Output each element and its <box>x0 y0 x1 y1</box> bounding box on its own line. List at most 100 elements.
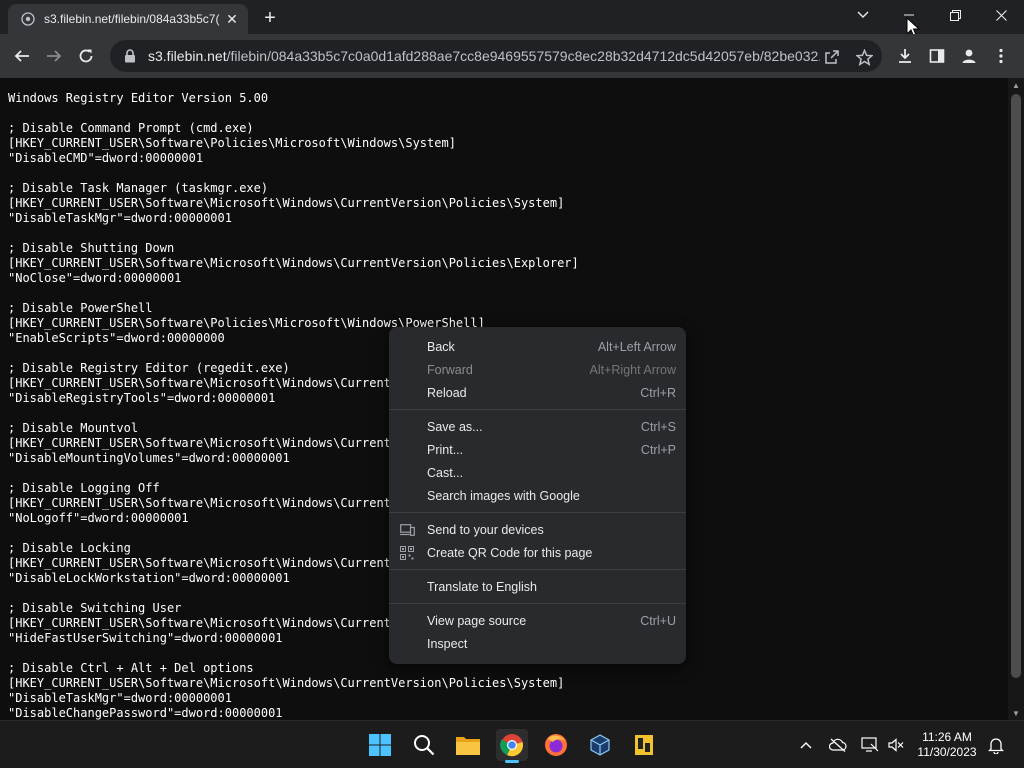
menu-separator <box>389 409 686 410</box>
chrome-icon[interactable] <box>496 729 528 763</box>
menu-item-label: Translate to English <box>427 579 538 594</box>
menu-item-shortcut: Ctrl+R <box>640 385 676 400</box>
text-line: "DisableTaskMgr"=dword:00000001 <box>8 691 232 705</box>
taskbar: 11:26 AM 11/30/2023 <box>0 720 1024 768</box>
text-line: "NoClose"=dword:00000001 <box>8 271 182 285</box>
menu-item-label: Cast... <box>427 465 464 480</box>
clock-date: 11/30/2023 <box>917 745 977 759</box>
side-panel-button[interactable] <box>924 43 950 69</box>
menu-item-view-page-source[interactable]: View page source Ctrl+U <box>389 609 686 632</box>
restore-icon <box>949 9 961 21</box>
browser-tab[interactable]: s3.filebin.net/filebin/084a33b5c7( ✕ <box>8 4 248 34</box>
menu-item-reload[interactable]: Reload Ctrl+R <box>389 381 686 404</box>
text-line: "DisableLockWorkstation"=dword:00000001 <box>8 571 290 585</box>
tab-search-button[interactable] <box>840 0 886 30</box>
chevron-up-icon[interactable] <box>796 735 816 755</box>
globe-icon <box>20 11 36 27</box>
text-line: [HKEY_CURRENT_USER\Software\Microsoft\Wi… <box>8 196 565 210</box>
menu-item-label: Inspect <box>427 636 468 651</box>
close-tab-icon[interactable]: ✕ <box>224 11 240 27</box>
search-icon[interactable] <box>408 729 440 761</box>
menu-item-cast[interactable]: Cast... <box>389 461 686 484</box>
new-tab-button[interactable]: + <box>258 6 282 30</box>
devices-icon <box>399 522 415 538</box>
vertical-scrollbar[interactable]: ▲ ▼ <box>1008 78 1024 720</box>
text-line: ; Disable Shutting Down <box>8 241 175 255</box>
menu-item-save-as[interactable]: Save as... Ctrl+S <box>389 415 686 438</box>
menu-item-label: View page source <box>427 613 527 628</box>
cloud-offline-icon[interactable] <box>828 735 848 755</box>
text-line: "HideFastUserSwitching"=dword:00000001 <box>8 631 283 645</box>
download-icon <box>899 49 911 63</box>
scroll-down-arrow-icon[interactable]: ▼ <box>1008 706 1024 720</box>
text-line: [HKEY_CURRENT_USER\Software\Microsoft\Wi… <box>8 256 579 270</box>
menu-item-print[interactable]: Print... Ctrl+P <box>389 438 686 461</box>
menu-item-label: Save as... <box>427 419 483 434</box>
menu-button[interactable] <box>988 43 1014 69</box>
url-text[interactable]: s3.filebin.net/filebin/084a33b5c7c0a0d1a… <box>148 48 820 64</box>
menu-item-shortcut: Ctrl+U <box>640 613 676 628</box>
menu-item-label: Search images with Google <box>427 488 580 503</box>
text-line: ; Disable Command Prompt (cmd.exe) <box>8 121 254 135</box>
menu-item-label: Print... <box>427 442 464 457</box>
menu-item-label: Reload <box>427 385 467 400</box>
virtualbox-icon[interactable] <box>584 729 616 761</box>
text-line: [HKEY_CURRENT_USER\Software\Microsoft\Wi… <box>8 496 399 510</box>
network-icon[interactable] <box>860 735 880 755</box>
scroll-up-arrow-icon[interactable]: ▲ <box>1008 78 1024 92</box>
text-line: "EnableScripts"=dword:00000000 <box>8 331 225 345</box>
file-explorer-icon[interactable] <box>452 729 484 761</box>
back-button[interactable] <box>9 43 35 69</box>
lock-icon[interactable] <box>122 48 138 64</box>
firefox-icon[interactable] <box>540 729 572 761</box>
reload-icon <box>79 49 93 63</box>
restore-button[interactable] <box>932 0 978 30</box>
context-menu: Back Alt+Left Arrow Forward Alt+Right Ar… <box>389 327 686 664</box>
taskbar-clock[interactable]: 11:26 AM 11/30/2023 <box>912 730 982 760</box>
close-icon <box>995 9 1007 21</box>
scrollbar-thumb[interactable] <box>1011 94 1021 678</box>
menu-item-send-to-devices[interactable]: Send to your devices <box>389 518 686 541</box>
forward-button[interactable] <box>41 43 67 69</box>
close-window-button[interactable] <box>978 0 1024 30</box>
reload-button[interactable] <box>73 43 99 69</box>
clock-time: 11:26 AM <box>922 730 972 744</box>
menu-item-label: Create QR Code for this page <box>427 545 593 560</box>
side-panel-icon <box>929 49 945 63</box>
text-line: Windows Registry Editor Version 5.00 <box>8 91 269 105</box>
menu-item-forward[interactable]: Forward Alt+Right Arrow <box>389 358 686 381</box>
menu-item-shortcut: Ctrl+P <box>640 442 676 457</box>
text-line: [HKEY_CURRENT_USER\Software\Microsoft\Wi… <box>8 616 399 630</box>
text-line: [HKEY_CURRENT_USER\Software\Microsoft\Wi… <box>8 556 399 570</box>
menu-separator <box>389 512 686 513</box>
bookmark-star-icon[interactable] <box>855 48 873 66</box>
text-line: ; Disable Logging Off <box>8 481 160 495</box>
notification-bell-icon[interactable] <box>986 735 1006 755</box>
menu-item-shortcut: Alt+Right Arrow <box>589 362 677 377</box>
text-line: "DisableMountingVolumes"=dword:00000001 <box>8 451 290 465</box>
text-line: ; Disable Mountvol <box>8 421 139 435</box>
text-line: ; Disable Task Manager (taskmgr.exe) <box>8 181 269 195</box>
download-button[interactable] <box>892 43 918 69</box>
text-line: [HKEY_CURRENT_USER\Software\Policies\Mic… <box>8 136 456 150</box>
text-line: ; Disable PowerShell <box>8 301 153 315</box>
menu-item-translate[interactable]: Translate to English <box>389 575 686 598</box>
text-line: "DisableTaskMgr"=dword:00000001 <box>8 211 232 225</box>
text-line: [HKEY_CURRENT_USER\Software\Microsoft\Wi… <box>8 436 399 450</box>
menu-separator <box>389 603 686 604</box>
text-line: "DisableRegistryTools"=dword:00000001 <box>8 391 276 405</box>
windows-start-icon[interactable] <box>364 729 396 761</box>
text-line: "DisableCMD"=dword:00000001 <box>8 151 204 165</box>
menu-item-inspect[interactable]: Inspect <box>389 632 686 655</box>
profile-button[interactable] <box>956 43 982 69</box>
url-host: s3.filebin.net <box>148 48 227 64</box>
qr-code-icon <box>399 545 415 561</box>
menu-item-back[interactable]: Back Alt+Left Arrow <box>389 335 686 358</box>
address-bar[interactable]: s3.filebin.net/filebin/084a33b5c7c0a0d1a… <box>110 40 882 72</box>
share-icon[interactable] <box>823 48 841 66</box>
app-icon[interactable] <box>628 729 660 761</box>
text-line: ; Disable Ctrl + Alt + Del options <box>8 661 254 675</box>
volume-muted-icon[interactable] <box>886 735 906 755</box>
menu-item-create-qr-code[interactable]: Create QR Code for this page <box>389 541 686 564</box>
menu-item-search-images[interactable]: Search images with Google <box>389 484 686 507</box>
